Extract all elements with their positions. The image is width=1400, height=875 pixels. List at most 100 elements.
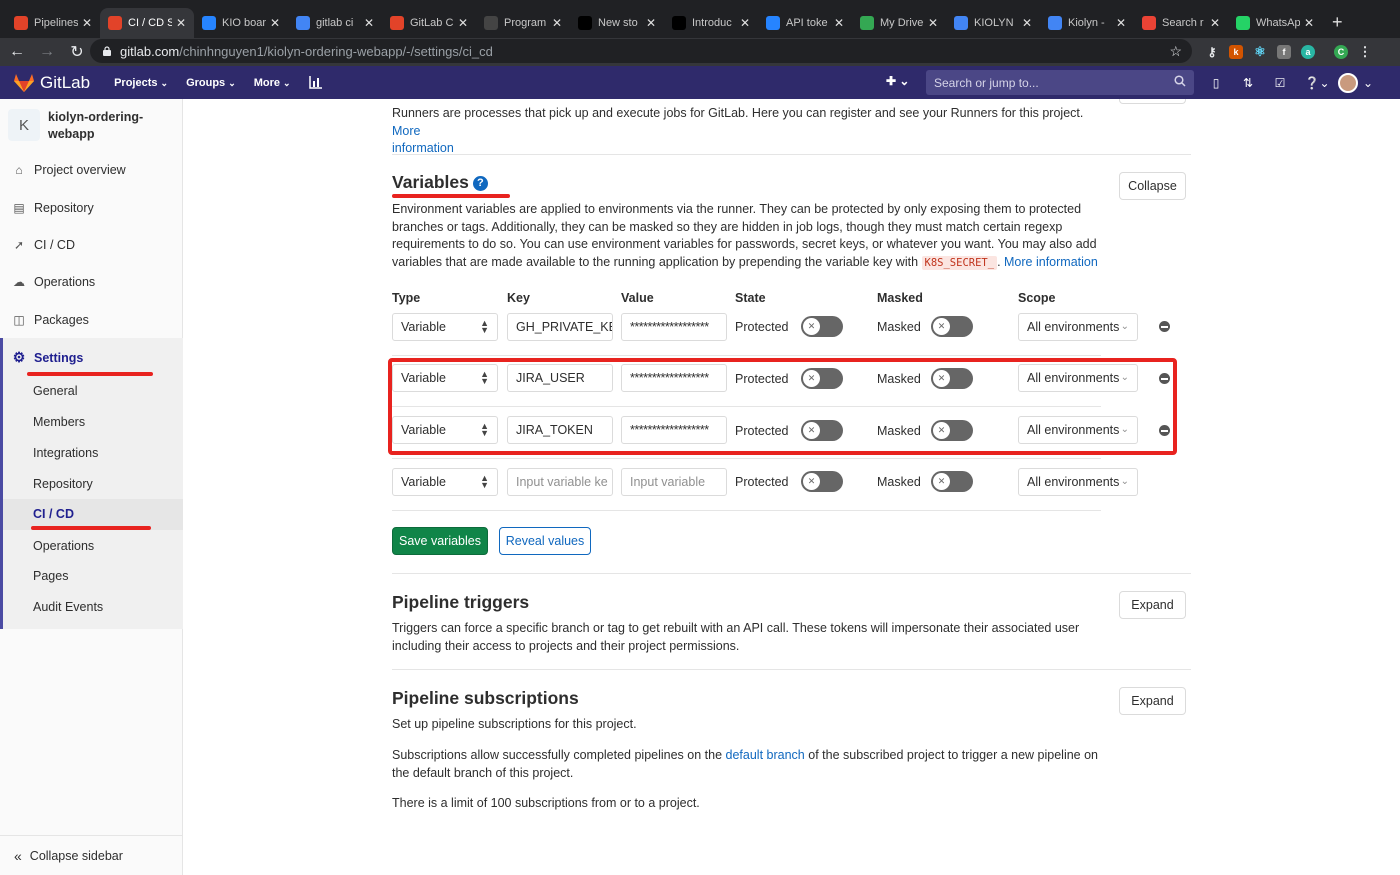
- f-extension-icon[interactable]: f: [1277, 45, 1291, 59]
- settings-sub-integrations[interactable]: Integrations: [33, 446, 98, 460]
- close-tab-icon[interactable]: ✕: [1022, 16, 1032, 30]
- variable-key-input[interactable]: GH_PRIVATE_KE: [507, 313, 613, 341]
- masked-toggle[interactable]: ✕: [931, 316, 973, 337]
- settings-sub-repository[interactable]: Repository: [33, 477, 93, 491]
- lock-icon: [103, 46, 111, 56]
- browser-tab[interactable]: My Drive ✕: [852, 8, 946, 38]
- reload-icon[interactable]: ↻: [64, 42, 90, 62]
- sidebar-item-operations[interactable]: ☁ Operations: [0, 263, 183, 300]
- browser-tab[interactable]: gitlab ci ✕: [288, 8, 382, 38]
- close-tab-icon[interactable]: ✕: [270, 16, 280, 30]
- back-icon[interactable]: ←: [4, 43, 30, 61]
- close-tab-icon[interactable]: ✕: [1210, 16, 1220, 30]
- divider: [392, 154, 1191, 155]
- variable-value-input[interactable]: ******************: [621, 313, 727, 341]
- chrome-menu-icon[interactable]: ⋮: [1358, 44, 1372, 59]
- activity-chart-icon[interactable]: [308, 76, 323, 89]
- gmail-icon: [1142, 16, 1156, 30]
- gitlab-logo[interactable]: GitLab: [14, 73, 90, 93]
- browser-tab[interactable]: Introduc ✕: [664, 8, 758, 38]
- runners-more-link[interactable]: More: [392, 124, 420, 138]
- help-icon[interactable]: ?: [472, 175, 488, 191]
- browser-tab[interactable]: KIO boar ✕: [194, 8, 288, 38]
- browser-tab[interactable]: Program ✕: [476, 8, 570, 38]
- address-bar[interactable]: gitlab.com/chinhnguyen1/kiolyn-ordering-…: [90, 39, 1192, 63]
- default-branch-link[interactable]: default branch: [726, 748, 805, 762]
- sidebar-item-cicd[interactable]: ➚ CI / CD: [0, 226, 183, 263]
- nav-groups[interactable]: Groups ⌄: [186, 77, 236, 89]
- todos-icon[interactable]: ☑: [1272, 75, 1288, 91]
- new-variable-value-input[interactable]: Input variable: [621, 468, 727, 496]
- search-input[interactable]: Search or jump to...: [926, 70, 1194, 95]
- chevron-down-icon: ⌄: [1120, 476, 1129, 487]
- merge-requests-icon[interactable]: ⇅: [1240, 75, 1256, 91]
- sidebar-item-packages[interactable]: ◫ Packages: [0, 301, 183, 338]
- sidebar-item-repository[interactable]: ▤ Repository: [0, 189, 183, 226]
- sidebar-item-project-overview[interactable]: ⌂ Project overview: [0, 151, 183, 188]
- variables-collapse-button[interactable]: Collapse: [1119, 172, 1186, 200]
- bookmark-star-icon[interactable]: ☆: [1169, 43, 1182, 60]
- key-extension-icon[interactable]: ⚷: [1205, 45, 1219, 59]
- project-header[interactable]: K kiolyn-ordering-webapp: [0, 99, 182, 151]
- sidebar-item-settings[interactable]: ⚙ Settings: [0, 339, 183, 376]
- close-tab-icon[interactable]: ✕: [740, 16, 750, 30]
- close-tab-icon[interactable]: ✕: [552, 16, 562, 30]
- docs-icon: [954, 16, 968, 30]
- help-icon[interactable]: ❔⌄: [1304, 75, 1330, 91]
- close-tab-icon[interactable]: ✕: [928, 16, 938, 30]
- settings-sub-members[interactable]: Members: [33, 415, 85, 429]
- scope-value: All environments: [1027, 475, 1120, 489]
- nav-more[interactable]: More ⌄: [254, 77, 291, 89]
- browser-tab[interactable]: Search r ✕: [1134, 8, 1228, 38]
- browser-tab[interactable]: GitLab C ✕: [382, 8, 476, 38]
- close-tab-icon[interactable]: ✕: [458, 16, 468, 30]
- forward-icon[interactable]: →: [34, 43, 60, 61]
- close-tab-icon[interactable]: ✕: [1304, 16, 1314, 30]
- user-avatar[interactable]: [1338, 72, 1358, 93]
- sidebar-item-label: CI / CD: [34, 237, 75, 252]
- k-extension-icon[interactable]: k: [1229, 45, 1243, 59]
- browser-tab[interactable]: CI / CD S ✕: [100, 8, 194, 38]
- close-tab-icon[interactable]: ✕: [1116, 16, 1126, 30]
- close-tab-icon[interactable]: ✕: [176, 16, 186, 30]
- settings-sub-audit-events[interactable]: Audit Events: [33, 600, 103, 614]
- settings-sub-cicd[interactable]: CI / CD: [33, 507, 74, 521]
- pipeline-subscriptions-expand-button[interactable]: Expand: [1119, 687, 1186, 715]
- nav-projects[interactable]: Projects ⌄: [114, 77, 168, 89]
- close-tab-icon[interactable]: ✕: [82, 16, 92, 30]
- save-variables-button[interactable]: Save variables: [392, 527, 488, 555]
- reveal-values-button[interactable]: Reveal values: [499, 527, 591, 555]
- browser-tab[interactable]: New sto ✕: [570, 8, 664, 38]
- issues-icon[interactable]: ▯: [1208, 75, 1224, 91]
- scope-dropdown[interactable]: All environments ⌄: [1018, 313, 1138, 341]
- pipeline-triggers-expand-button[interactable]: Expand: [1119, 591, 1186, 619]
- new-tab-button[interactable]: +: [1332, 12, 1343, 33]
- settings-sub-pages[interactable]: Pages: [33, 569, 68, 583]
- collapse-sidebar-button[interactable]: « Collapse sidebar: [0, 835, 183, 875]
- browser-tab[interactable]: WhatsAp ✕: [1228, 8, 1322, 38]
- profile-icon[interactable]: C: [1334, 45, 1348, 59]
- browser-tab[interactable]: KIOLYN ✕: [946, 8, 1040, 38]
- variables-more-info-link[interactable]: More information: [1004, 255, 1098, 269]
- browser-tab[interactable]: API toke ✕: [758, 8, 852, 38]
- scope-dropdown[interactable]: All environments ⌄: [1018, 468, 1138, 496]
- close-tab-icon[interactable]: ✕: [646, 16, 656, 30]
- new-variable-type-select[interactable]: Variable ▲ ▼: [392, 468, 498, 496]
- variable-type-select[interactable]: Variable ▲ ▼: [392, 313, 498, 341]
- runners-information-link[interactable]: information: [392, 141, 454, 155]
- browser-tab[interactable]: Pipelines ✕: [6, 8, 100, 38]
- remove-variable-icon[interactable]: [1159, 321, 1170, 332]
- settings-sub-general[interactable]: General: [33, 384, 77, 398]
- react-devtools-icon[interactable]: ⚛: [1253, 44, 1267, 59]
- chevron-down-icon[interactable]: ⌄: [1360, 75, 1376, 91]
- masked-toggle[interactable]: ✕: [931, 471, 973, 492]
- close-tab-icon[interactable]: ✕: [834, 16, 844, 30]
- protected-toggle[interactable]: ✕: [801, 471, 843, 492]
- protected-toggle[interactable]: ✕: [801, 316, 843, 337]
- settings-sub-operations[interactable]: Operations: [33, 539, 94, 553]
- browser-tab[interactable]: Kiolyn - ✕: [1040, 8, 1134, 38]
- new-variable-key-input[interactable]: Input variable ke: [507, 468, 613, 496]
- a-extension-icon[interactable]: a: [1301, 45, 1315, 59]
- close-tab-icon[interactable]: ✕: [364, 16, 374, 30]
- new-item-dropdown[interactable]: ✚ ⌄: [886, 74, 909, 88]
